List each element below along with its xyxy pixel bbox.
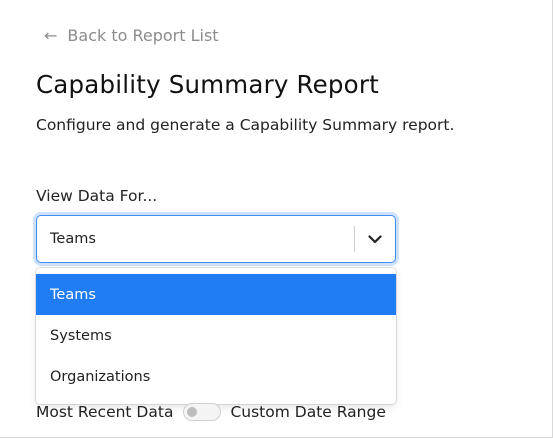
option-teams[interactable]: Teams: [36, 274, 396, 315]
back-link-label: Back to Report List: [67, 26, 219, 45]
custom-date-range-label: Custom Date Range: [230, 403, 386, 421]
date-mode-row: Most Recent Data Custom Date Range: [36, 403, 386, 421]
date-mode-toggle[interactable]: [183, 403, 222, 421]
view-data-for-select[interactable]: Teams: [36, 215, 396, 263]
chevron-down-icon[interactable]: [355, 216, 395, 262]
report-config-panel: ← Back to Report List Capability Summary…: [0, 0, 553, 438]
view-data-for-dropdown-menu: Teams Systems Organizations: [36, 268, 396, 404]
arrow-left-icon: ←: [44, 25, 58, 45]
most-recent-data-label: Most Recent Data: [36, 403, 174, 421]
back-to-report-list-link[interactable]: ← Back to Report List: [44, 26, 219, 45]
view-data-for-label: View Data For...: [36, 187, 158, 205]
page-title: Capability Summary Report: [36, 70, 379, 99]
select-value: Teams: [50, 231, 96, 247]
option-organizations[interactable]: Organizations: [36, 356, 396, 397]
page-description: Configure and generate a Capability Summ…: [36, 116, 455, 134]
toggle-knob: [187, 407, 198, 417]
option-systems[interactable]: Systems: [36, 315, 396, 356]
